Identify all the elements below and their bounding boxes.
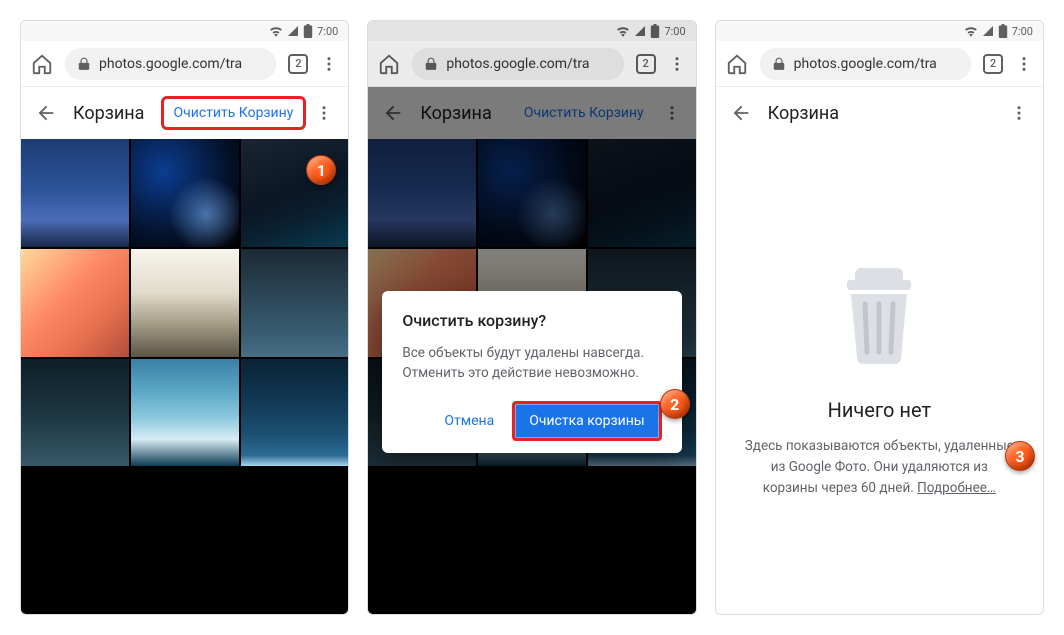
learn-more-link[interactable]: Подробнее… <box>917 480 996 496</box>
app-bar: Корзина Очистить Корзину <box>368 87 695 139</box>
battery-icon <box>998 24 1008 38</box>
confirm-empty-button[interactable]: Очистка корзины <box>512 401 661 441</box>
phone-screen-1: 7:00 photos.google.com/tra 2 Корзина Очи… <box>20 20 349 615</box>
tabs-button[interactable]: 2 <box>288 54 308 74</box>
status-time: 7:00 <box>664 25 685 38</box>
battery-icon <box>650 24 660 38</box>
phone-screen-3: 7:00 photos.google.com/tra 2 Корзина <box>715 20 1044 615</box>
page-title: Корзина <box>768 103 839 124</box>
home-icon[interactable] <box>378 53 400 75</box>
signal-icon <box>287 25 299 37</box>
url-field[interactable]: photos.google.com/tra <box>65 48 276 80</box>
photo-grid <box>21 139 348 614</box>
empty-trash-button[interactable]: Очистить Корзину <box>161 96 307 130</box>
page-title: Корзина <box>420 103 491 124</box>
page-title: Корзина <box>73 103 144 124</box>
app-menu-icon[interactable] <box>1007 104 1031 122</box>
empty-body: Здесь показываются объекты, удаленные из… <box>744 436 1015 499</box>
empty-heading: Ничего нет <box>828 398 932 422</box>
home-icon[interactable] <box>31 53 53 75</box>
photo-thumbnail[interactable] <box>241 359 349 467</box>
lock-icon <box>77 57 91 71</box>
empty-state: Ничего нет Здесь показываются объекты, у… <box>716 139 1043 614</box>
browser-url-bar: photos.google.com/tra 2 <box>21 41 348 87</box>
battery-icon <box>303 24 313 38</box>
url-text: photos.google.com/tra <box>99 56 242 72</box>
app-menu-icon[interactable] <box>312 104 336 122</box>
url-text: photos.google.com/tra <box>794 56 937 72</box>
photo-thumbnail <box>368 139 476 247</box>
browser-menu-icon[interactable] <box>668 55 686 73</box>
photo-thumbnail[interactable] <box>21 249 129 357</box>
wifi-icon <box>269 25 283 37</box>
photo-thumbnail <box>478 139 586 247</box>
photo-thumbnail[interactable] <box>131 249 239 357</box>
app-bar: Корзина <box>716 87 1043 139</box>
back-arrow-icon[interactable] <box>380 102 406 124</box>
status-bar: 7:00 <box>21 21 348 41</box>
browser-menu-icon[interactable] <box>1015 55 1033 73</box>
back-arrow-icon[interactable] <box>728 102 754 124</box>
photo-thumbnail <box>588 139 696 247</box>
dialog-body: Все объекты будут удалены навсегда. Отме… <box>402 344 661 383</box>
status-bar: 7:00 <box>716 21 1043 41</box>
signal-icon <box>634 25 646 37</box>
wifi-icon <box>616 25 630 37</box>
confirm-dialog: Очистить корзину? Все объекты будут удал… <box>382 291 681 453</box>
photo-thumbnail[interactable] <box>21 359 129 467</box>
tabs-button[interactable]: 2 <box>983 54 1003 74</box>
phone-screen-2: 7:00 photos.google.com/tra 2 Корзина Очи… <box>367 20 696 615</box>
app-bar: Корзина Очистить Корзину <box>21 87 348 139</box>
photo-thumbnail[interactable] <box>21 139 129 247</box>
home-icon[interactable] <box>726 53 748 75</box>
step-badge-3: 3 <box>1005 441 1035 471</box>
status-time: 7:00 <box>317 25 338 38</box>
lock-icon <box>772 57 786 71</box>
step-badge-2: 2 <box>660 389 690 419</box>
photo-thumbnail[interactable] <box>131 359 239 467</box>
dialog-title: Очистить корзину? <box>402 311 661 330</box>
empty-trash-button[interactable]: Очистить Корзину <box>514 99 654 127</box>
url-field[interactable]: photos.google.com/tra <box>412 48 623 80</box>
status-bar: 7:00 <box>368 21 695 41</box>
signal-icon <box>982 25 994 37</box>
back-arrow-icon[interactable] <box>33 102 59 124</box>
app-menu-icon[interactable] <box>660 104 684 122</box>
url-text: photos.google.com/tra <box>446 56 589 72</box>
photo-thumbnail[interactable] <box>241 249 349 357</box>
url-field[interactable]: photos.google.com/tra <box>760 48 971 80</box>
wifi-icon <box>964 25 978 37</box>
browser-menu-icon[interactable] <box>320 55 338 73</box>
cancel-button[interactable]: Отмена <box>434 405 504 437</box>
trash-bin-icon <box>819 254 939 374</box>
photo-thumbnail[interactable] <box>131 139 239 247</box>
photo-thumbnail[interactable] <box>241 139 349 247</box>
lock-icon <box>424 57 438 71</box>
tabs-button[interactable]: 2 <box>636 54 656 74</box>
status-time: 7:00 <box>1012 25 1033 38</box>
browser-url-bar: photos.google.com/tra 2 <box>368 41 695 87</box>
browser-url-bar: photos.google.com/tra 2 <box>716 41 1043 87</box>
